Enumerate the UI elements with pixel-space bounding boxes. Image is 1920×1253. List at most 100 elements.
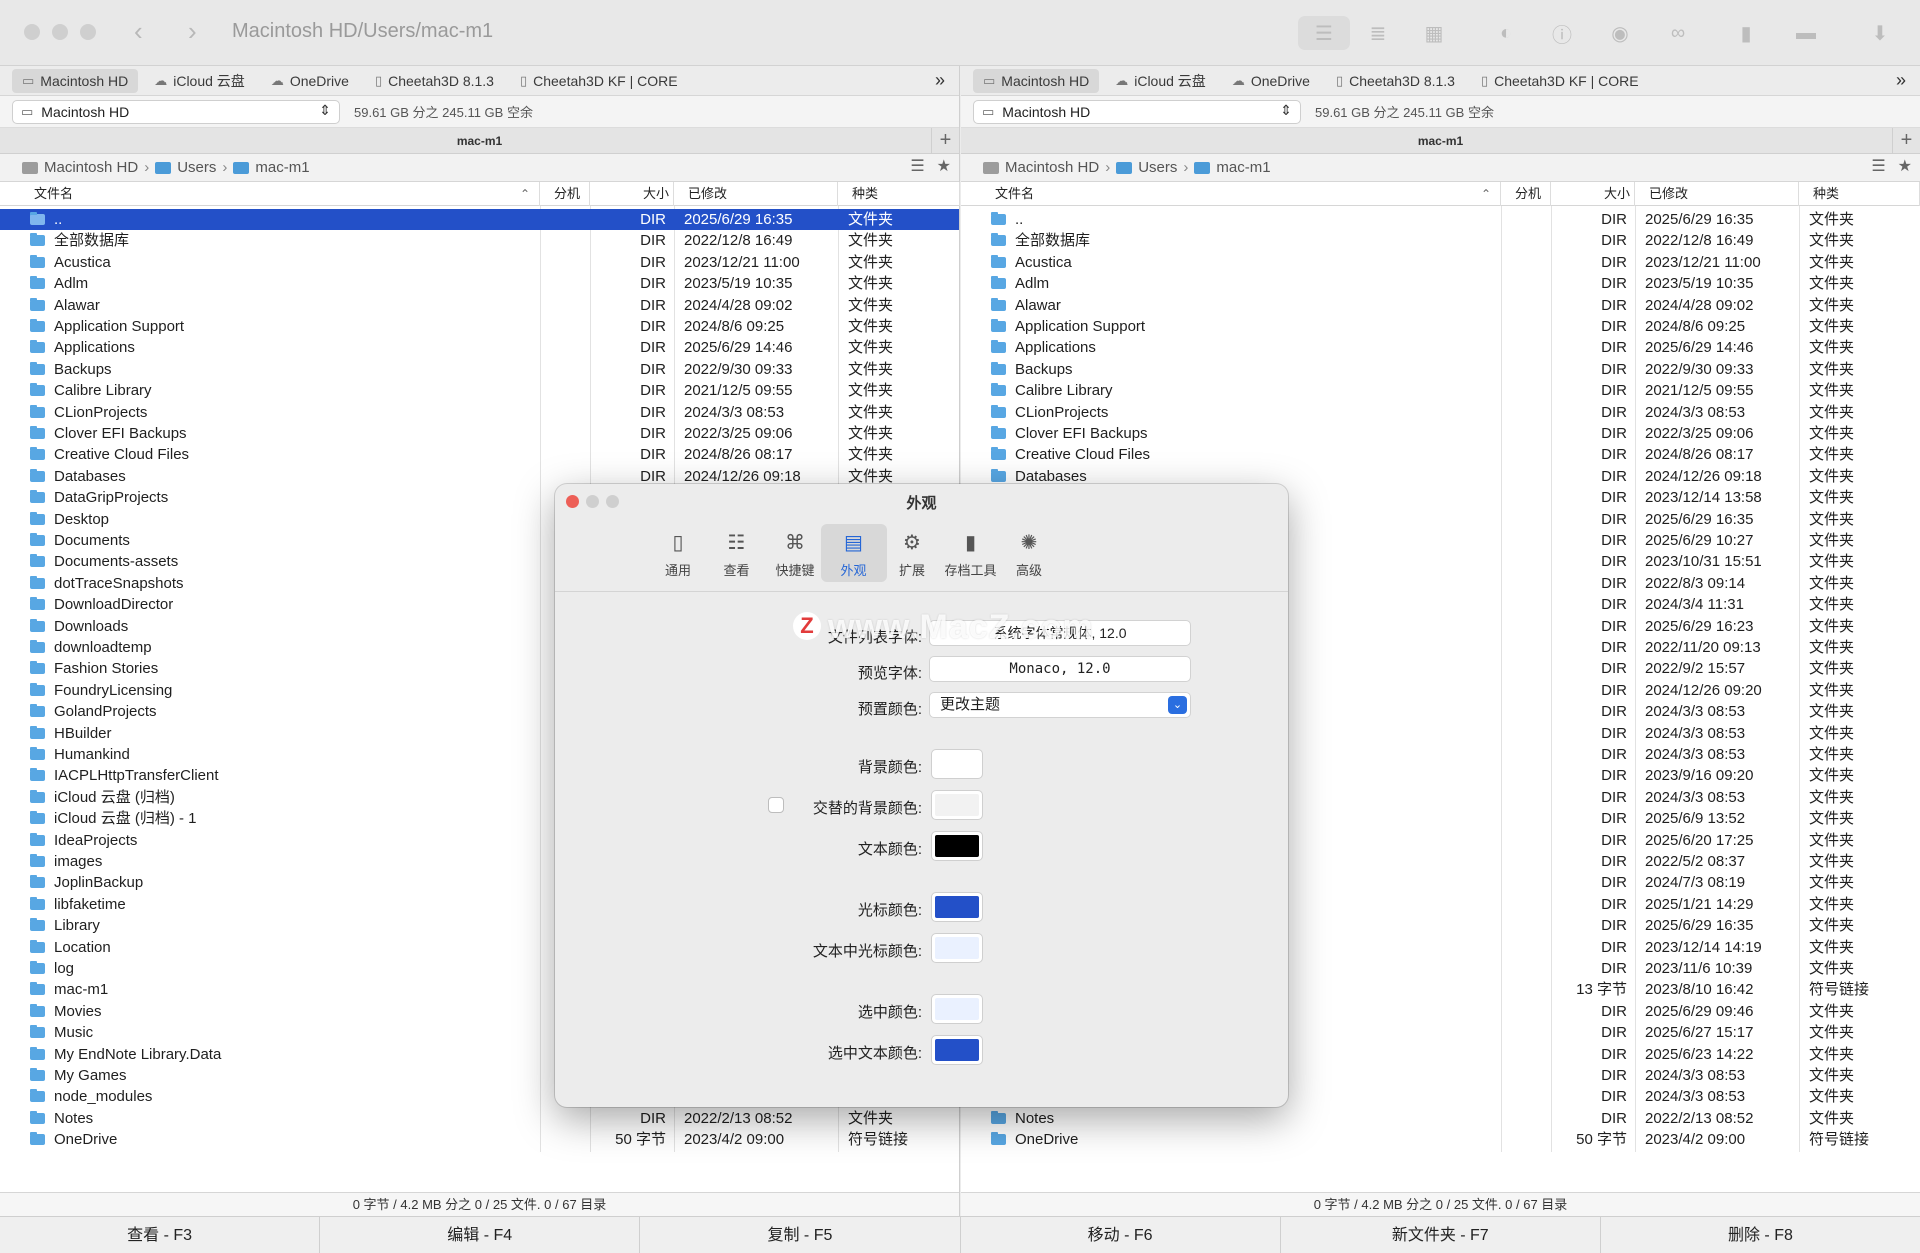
table-row[interactable]: Notes DIR 2022/2/13 08:52 文件夹	[961, 1108, 1920, 1129]
tab-4[interactable]: ▯ Cheetah3D KF | CORE	[510, 69, 688, 93]
table-row[interactable]: .. DIR 2025/6/29 16:35 文件夹	[0, 209, 959, 231]
column-ext[interactable]: 分机	[540, 182, 590, 206]
table-row[interactable]: Creative Cloud Files DIR 2024/8/26 08:17 文件…	[961, 444, 1920, 465]
table-row[interactable]: CLionProjects DIR 2024/3/3 08:53 文件夹	[0, 402, 959, 423]
column-size[interactable]: 大小	[590, 182, 674, 206]
table-row[interactable]: CLionProjects DIR 2024/3/3 08:53 文件夹	[961, 402, 1920, 423]
table-row[interactable]: Backups DIR 2022/9/30 09:33 文件夹	[0, 359, 959, 380]
breadcrumb-item[interactable]: Macintosh HD ›	[22, 159, 155, 176]
table-row[interactable]: OneDrive 50 字节 2023/4/2 09:00 符号链接	[961, 1129, 1920, 1150]
close-window-button[interactable]	[24, 24, 40, 40]
forward-arrow-icon[interactable]: ›	[188, 18, 197, 44]
panels-icon[interactable]: ▮	[1728, 16, 1764, 50]
table-row[interactable]: 全部数据库 DIR 2022/12/8 16:49 文件夹	[961, 230, 1920, 251]
table-row[interactable]: OneDrive 50 字节 2023/4/2 09:00 符号链接	[0, 1129, 959, 1150]
table-row[interactable]: Alawar DIR 2024/4/28 09:02 文件夹	[961, 295, 1920, 316]
fkey-5[interactable]: 复制 - F5	[640, 1217, 961, 1253]
tab-2[interactable]: ☁ OneDrive	[261, 69, 359, 93]
sel-color-swatch[interactable]	[931, 994, 983, 1024]
table-row[interactable]: Adlm DIR 2023/5/19 10:35 文件夹	[961, 273, 1920, 294]
table-row[interactable]: Adlm DIR 2023/5/19 10:35 文件夹	[0, 273, 959, 294]
column-modified[interactable]: 已修改	[1635, 182, 1799, 206]
table-row[interactable]: Calibre Library DIR 2021/12/5 09:55 文件夹	[0, 380, 959, 401]
fkey-4[interactable]: 编辑 - F4	[320, 1217, 641, 1253]
fkey-3[interactable]: 查看 - F3	[0, 1217, 321, 1253]
tab-1[interactable]: ☁ iCloud 云盘	[144, 69, 255, 93]
fkey-7[interactable]: 新文件夹 - F7	[1281, 1217, 1601, 1253]
table-row[interactable]: Acustica DIR 2023/12/21 11:00 文件夹	[0, 252, 959, 273]
breadcrumb-item[interactable]: mac-m1	[1194, 159, 1271, 176]
table-row[interactable]: Creative Cloud Files DIR 2024/8/26 08:17 文件…	[0, 444, 959, 465]
pref-tab-2[interactable]: ⌘ 快捷键	[762, 524, 828, 582]
column-kind[interactable]: 种类	[838, 182, 960, 206]
back-arrow-icon[interactable]: ‹	[134, 18, 143, 44]
table-row[interactable]: Clover EFI Backups DIR 2022/3/25 09:06 文件夹	[961, 423, 1920, 444]
table-row[interactable]: PDX DIR 2024/12/6 08:52 文件夹	[0, 1151, 959, 1152]
tabs-more-button[interactable]: »	[935, 70, 945, 91]
table-row[interactable]: Applications DIR 2025/6/29 14:46 文件夹	[961, 337, 1920, 358]
tabs-more-button[interactable]: »	[1896, 70, 1906, 91]
table-row[interactable]: Notes DIR 2022/2/13 08:52 文件夹	[0, 1108, 959, 1129]
sel-text-color-swatch[interactable]	[931, 1035, 983, 1065]
pref-tab-0[interactable]: ▯ 通用	[645, 524, 711, 582]
cursor-color-swatch[interactable]	[931, 892, 983, 922]
grid-view-icon[interactable]: ▦	[1414, 16, 1454, 50]
preview-font-field[interactable]: Monaco, 12.0	[929, 656, 1191, 682]
star-icon[interactable]: ★	[937, 156, 951, 176]
column-ext[interactable]: 分机	[1501, 182, 1551, 206]
download-icon[interactable]: ⬇	[1862, 16, 1898, 50]
breadcrumb-item[interactable]: Users ›	[155, 159, 233, 176]
column-kind[interactable]: 种类	[1799, 182, 1920, 206]
bg-color-swatch[interactable]	[931, 749, 983, 779]
table-row[interactable]: Calibre Library DIR 2021/12/5 09:55 文件夹	[961, 380, 1920, 401]
table-row[interactable]: Application Support DIR 2024/8/6 09:25 文件夹	[0, 316, 959, 337]
breadcrumb-item[interactable]: Macintosh HD ›	[983, 159, 1116, 176]
table-row[interactable]: Backups DIR 2022/9/30 09:33 文件夹	[961, 359, 1920, 380]
tab-3[interactable]: ▯ Cheetah3D 8.1.3	[1326, 69, 1465, 93]
add-tab-button[interactable]: +	[1892, 128, 1920, 154]
pref-tab-5[interactable]: ▮ 存档工具	[938, 524, 1004, 582]
breadcrumb-item[interactable]: mac-m1	[233, 159, 310, 176]
sort-ascending-icon[interactable]: ⌃	[520, 182, 530, 206]
zoom-window-button[interactable]	[80, 24, 96, 40]
eye-icon[interactable]: ◉	[1602, 16, 1638, 50]
tab-1[interactable]: ☁ iCloud 云盘	[1105, 69, 1216, 93]
pref-tab-1[interactable]: ☷ 查看	[704, 524, 770, 582]
drive-select[interactable]: ▭ Macintosh HD ⇕	[12, 99, 340, 124]
fkey-6[interactable]: 移动 - F6	[961, 1217, 1281, 1253]
column-name[interactable]: 文件名	[12, 182, 540, 206]
drive-select[interactable]: ▭ Macintosh HD ⇕	[973, 99, 1301, 124]
column-modified[interactable]: 已修改	[674, 182, 838, 206]
tab-0[interactable]: ▭ Macintosh HD	[973, 68, 1100, 93]
text-in-cursor-swatch[interactable]	[931, 933, 983, 963]
binoculars-icon[interactable]: ∞	[1656, 16, 1700, 50]
column-name[interactable]: 文件名	[973, 182, 1501, 206]
list-view-icon[interactable]: ☰	[1298, 16, 1350, 50]
list-menu-icon[interactable]: ☰	[1871, 156, 1885, 176]
table-row[interactable]: .. DIR 2025/6/29 16:35 文件夹	[961, 209, 1920, 230]
pref-tab-3[interactable]: ▤ 外观	[820, 524, 887, 582]
list-font-field[interactable]: 系统字体常规体, 12.0	[929, 620, 1191, 646]
alt-bg-checkbox[interactable]	[768, 797, 784, 813]
fkey-8[interactable]: 删除 - F8	[1601, 1217, 1920, 1253]
table-row[interactable]: 全部数据库 DIR 2022/12/8 16:49 文件夹	[0, 230, 959, 251]
tab-2[interactable]: ☁ OneDrive	[1222, 69, 1320, 93]
tab-0[interactable]: ▭ Macintosh HD	[12, 68, 139, 93]
minimize-window-button[interactable]	[52, 24, 68, 40]
info-icon[interactable]: ⓘ	[1544, 16, 1580, 50]
table-row[interactable]: Acustica DIR 2023/12/21 11:00 文件夹	[961, 252, 1920, 273]
table-row[interactable]: PDX DIR 2024/12/6 08:52 文件夹	[961, 1151, 1920, 1152]
column-size[interactable]: 大小	[1551, 182, 1635, 206]
table-row[interactable]: Application Support DIR 2024/8/6 09:25 文件夹	[961, 316, 1920, 337]
tab-4[interactable]: ▯ Cheetah3D KF | CORE	[1471, 69, 1649, 93]
table-row[interactable]: Applications DIR 2025/6/29 14:46 文件夹	[0, 337, 959, 358]
tab-3[interactable]: ▯ Cheetah3D 8.1.3	[365, 69, 504, 93]
sort-ascending-icon[interactable]: ⌃	[1481, 182, 1491, 206]
detail-view-icon[interactable]: ≣	[1358, 16, 1398, 50]
folder-icon[interactable]: ▬	[1788, 16, 1824, 50]
list-menu-icon[interactable]: ☰	[910, 156, 924, 176]
toggle-icon[interactable]: ◐	[1482, 16, 1530, 50]
text-color-swatch[interactable]	[931, 831, 983, 861]
table-row[interactable]: Alawar DIR 2024/4/28 09:02 文件夹	[0, 295, 959, 316]
pref-tab-4[interactable]: ⚙ 扩展	[879, 524, 945, 582]
